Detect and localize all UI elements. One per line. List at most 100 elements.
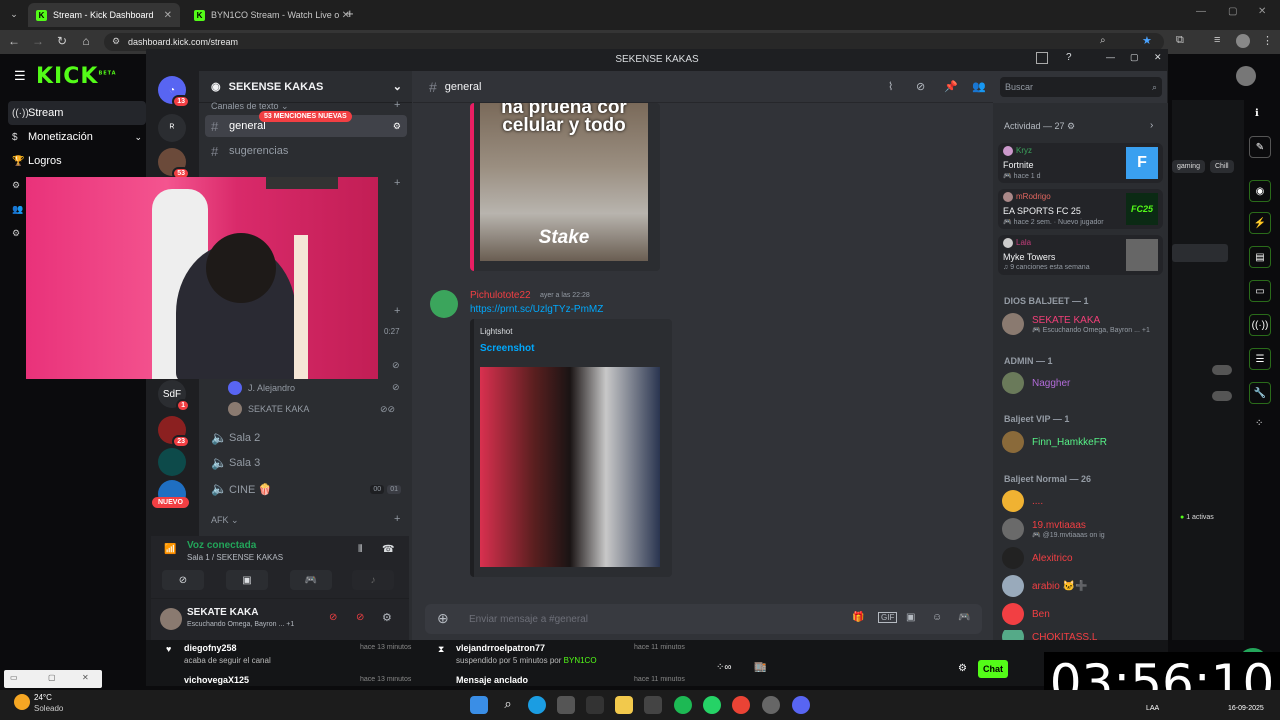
activity-card-kryz[interactable]: Kryz Fortnite 🎮 hace 1 d F [998, 143, 1163, 183]
kick-user-avatar[interactable] [1236, 66, 1256, 86]
server-icon[interactable]: ᴿ [158, 114, 186, 142]
floating-toolbar[interactable]: ▭ ▢ ✕ [4, 670, 102, 688]
minimize-icon[interactable]: — [1196, 6, 1206, 17]
extensions-icon[interactable]: ⧉ [1176, 34, 1184, 47]
activity-header[interactable]: Actividad — 27 ⚙ [1004, 121, 1075, 132]
edit-icon[interactable]: ✎ [1249, 136, 1271, 158]
member-item[interactable]: 19.mvtiaaas 🎮 @19.mvtiaaas on ig [1002, 517, 1105, 541]
sidebar-item-stream[interactable]: ((·)) Stream [8, 101, 146, 125]
member-item[interactable]: .... [1002, 489, 1043, 513]
notifications-off-icon[interactable]: ⊘ [916, 80, 925, 93]
start-icon[interactable] [470, 696, 488, 714]
tab-byn1co-stream[interactable]: K BYN1CO Stream - Watch Live o ✕ [186, 3, 358, 27]
embed-top-image[interactable]: na pruena cor celular y todo Stake [480, 103, 648, 261]
user-settings-icon[interactable]: ⚙ [382, 611, 392, 624]
members-list-icon[interactable]: 👥 [972, 80, 986, 93]
pin-icon[interactable]: 📌 [944, 80, 958, 93]
spotify-icon[interactable] [674, 696, 692, 714]
search-icon[interactable]: ⌕ [499, 696, 517, 714]
channel-sugerencias[interactable]: # sugerencias [205, 140, 407, 162]
back-icon[interactable]: ← [6, 34, 22, 48]
edge-icon[interactable] [528, 696, 546, 714]
settings-icon[interactable]: ⚙ [12, 180, 20, 191]
user-avatar[interactable] [160, 608, 182, 630]
threads-icon[interactable]: ⌇ [888, 80, 893, 93]
message-link[interactable]: https://prnt.sc/UzlgTYz-PmMZ [470, 304, 603, 315]
weather-desc[interactable]: Soleado [34, 704, 63, 713]
gear-icon[interactable]: ⚙ [12, 228, 20, 239]
add-channel-icon[interactable]: + [394, 99, 400, 111]
activity-card-mrodrigo[interactable]: mRodrigo EA SPORTS FC 25 🎮 hace 2 sem. ·… [998, 189, 1163, 229]
whatsapp-icon[interactable] [703, 696, 721, 714]
broadcast-icon[interactable]: ((·)) [1249, 314, 1271, 336]
kick-logo[interactable]: KICKBETA [36, 64, 117, 89]
taskbar-date[interactable]: 16-09-2025 [1228, 705, 1264, 712]
info-icon[interactable]: ℹ [1255, 108, 1259, 119]
new-tab-icon[interactable]: + [346, 6, 354, 21]
language-indicator[interactable]: LAA [1146, 705, 1159, 712]
tab-search-icon[interactable]: ⌄ [6, 6, 22, 22]
member-item[interactable]: SEKATE KAKA 🎮 Escuchando Omega, Bayron ..… [1002, 312, 1150, 336]
feed-user[interactable]: vlejandrroelpatron77 [456, 643, 545, 653]
zoom-icon[interactable]: ⌕ [1100, 35, 1106, 46]
soundboard-button[interactable]: ♪ [352, 570, 394, 590]
profile-avatar[interactable] [1236, 34, 1250, 48]
document-icon[interactable]: ▤ [1249, 246, 1271, 268]
toolbar-icon[interactable]: ▢ [48, 673, 56, 682]
member-item[interactable]: Ben [1002, 602, 1050, 626]
voice-user-alejandro[interactable]: J. Alejandro [228, 379, 295, 397]
embed-provider[interactable]: Lightshot [480, 327, 512, 336]
close-window-icon[interactable]: ✕ [1258, 6, 1266, 17]
embed-image[interactable] [480, 367, 660, 567]
file-explorer-icon[interactable] [615, 696, 633, 714]
voice-channel-sala-3[interactable]: 🔈 Sala 3 [205, 452, 407, 474]
discord-taskbar-icon[interactable] [792, 696, 810, 714]
chat-settings-icon[interactable]: ⚙ [958, 663, 967, 674]
app-icon[interactable] [557, 696, 575, 714]
screen-share-button[interactable]: ▣ [226, 570, 268, 590]
signal-icon[interactable]: 📶 [164, 544, 176, 555]
discord-maximize-icon[interactable]: ▢ [1130, 52, 1139, 63]
chat-send-button[interactable]: Chat [978, 660, 1008, 678]
feed-user[interactable]: diegofny258 [184, 643, 237, 653]
kick-panel-input[interactable] [1172, 244, 1228, 262]
mic-muted-icon[interactable]: ⊘ [329, 612, 337, 623]
member-item[interactable]: Finn_HamkkeFR [1002, 430, 1107, 454]
weather-icon[interactable] [14, 694, 30, 710]
feed-user[interactable]: vichovegaX125 [184, 675, 249, 685]
wrench-icon[interactable]: 🔧 [1249, 382, 1271, 404]
server-sdf[interactable]: SdF 1 [158, 380, 190, 412]
disconnect-icon[interactable]: ☎ [382, 544, 394, 555]
home-icon[interactable]: ⌂ [78, 34, 94, 48]
add-channel-icon[interactable]: + [394, 177, 400, 189]
dots-icon[interactable]: ⁘ [1255, 418, 1263, 429]
reload-icon[interactable]: ↻ [54, 34, 70, 48]
embed-title[interactable]: Screenshot [480, 343, 534, 354]
discord-minimize-icon[interactable]: — [1106, 52, 1115, 62]
noise-suppression-icon[interactable]: ⦀ [358, 544, 362, 555]
tab-kick-dashboard[interactable]: K Stream - Kick Dashboard ✕ [28, 3, 180, 27]
apps-icon[interactable]: 🎮 [958, 612, 970, 623]
toggle-switch[interactable] [1212, 365, 1232, 375]
voice-channel-cine[interactable]: 🔈 CINE 🍿 00 01 [205, 478, 407, 500]
emote-icon[interactable]: ⁘∞ [716, 662, 732, 673]
emoji-icon[interactable]: ☺ [932, 612, 942, 623]
add-channel-icon[interactable]: + [394, 305, 400, 317]
server-header[interactable]: ◉ SEKENSE KAKAS ⌄ [199, 71, 412, 103]
discord-home-icon[interactable]: ◔ 13 [158, 76, 190, 108]
sidebar-item-monetizacion[interactable]: $ Monetización ⌄ [8, 125, 146, 149]
attach-plus-icon[interactable]: ⊕ [437, 610, 449, 627]
help-icon[interactable]: ? [1066, 52, 1072, 63]
sidebar-item-logros[interactable]: 🏆 Logros [8, 149, 146, 173]
camera-icon[interactable]: ◉ [1249, 180, 1271, 202]
member-item[interactable]: Naggher [1002, 371, 1070, 395]
pinned-message[interactable]: Mensaje anclado [456, 675, 528, 685]
toolbar-icon[interactable]: ▭ [10, 673, 18, 682]
lightning-icon[interactable]: ⚡ [1249, 212, 1271, 234]
headphones-off-icon[interactable]: ⊘ [356, 612, 364, 623]
chat-bubble-icon[interactable]: ▭ [1249, 280, 1271, 302]
category-afk[interactable]: AFK ⌄ [211, 515, 239, 526]
server-icon[interactable]: 53 [158, 148, 190, 180]
activities-button[interactable]: 🎮 [290, 570, 332, 590]
app-icon[interactable] [586, 696, 604, 714]
